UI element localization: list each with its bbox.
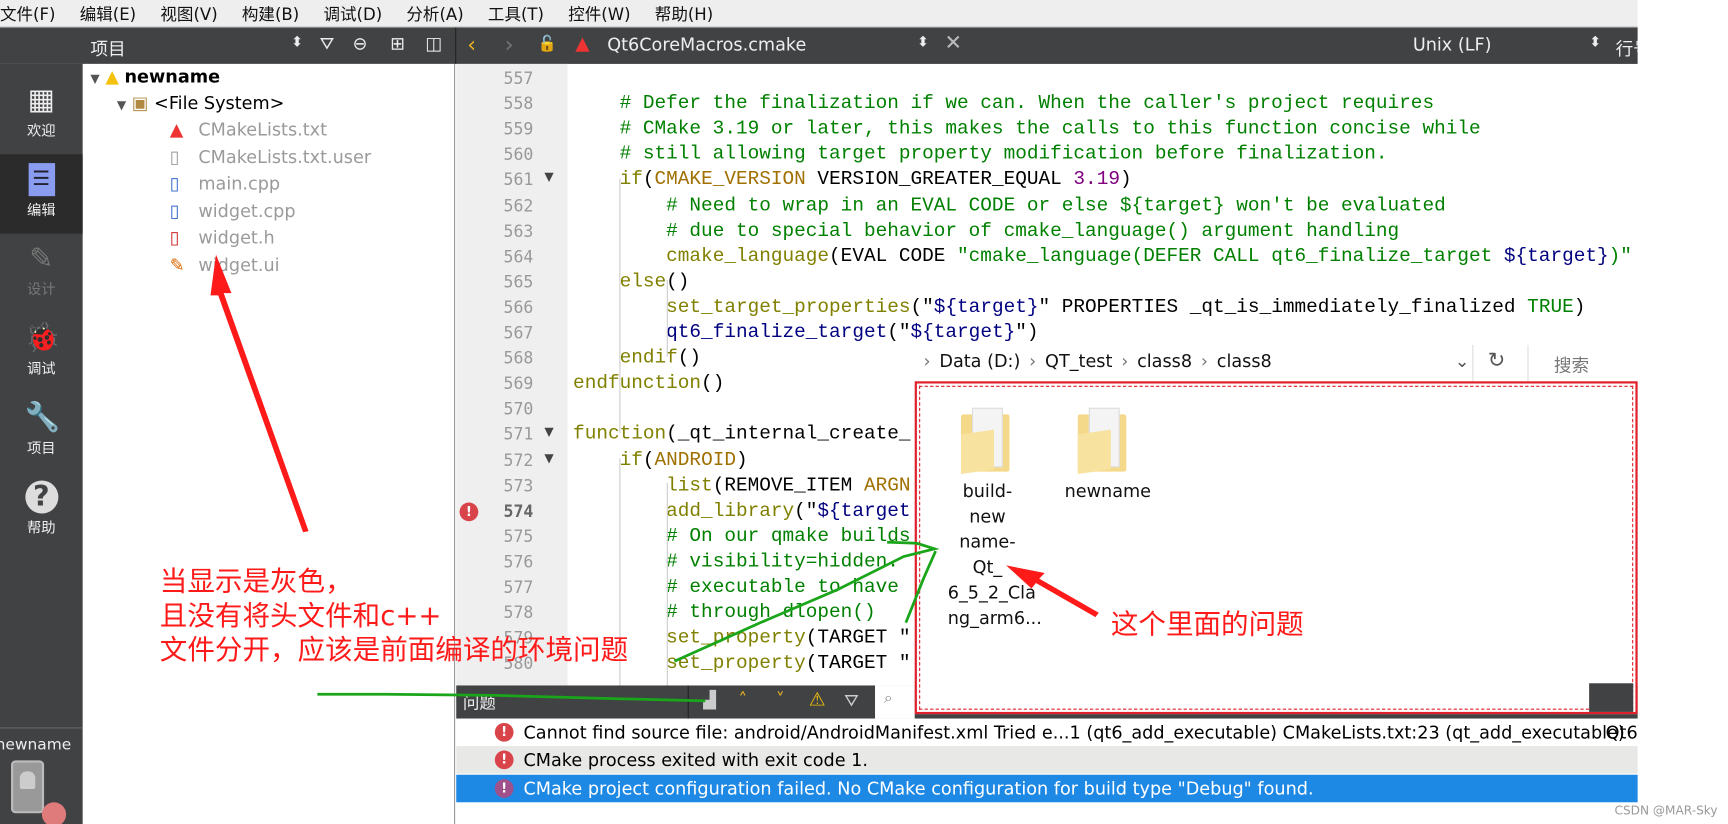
green-scribble-1 [673,540,940,663]
qt-creator-window: 文件(F) 编辑(E) 视图(V) 构建(B) 调试(D) 分析(A) 工具(T) 控件(W)… [0,0,1728,824]
green-scribble-2 [904,550,937,624]
annotation-layer [210,254,1099,703]
watermark: CSDN @MAR-Sky [1614,803,1718,818]
annotation-text-left: 且没有将头文件和c++ [159,599,442,632]
red-arrow-right [1006,565,1099,618]
annotation-text-left: 文件分开，应该是前面编译的环境问题 [159,633,629,666]
green-underline [317,692,706,703]
annotation-text-right: 这个里面的问题 [1110,608,1304,641]
annotation-text-left: 当显示是灰色， [159,565,353,598]
red-arrow-left [210,254,309,533]
